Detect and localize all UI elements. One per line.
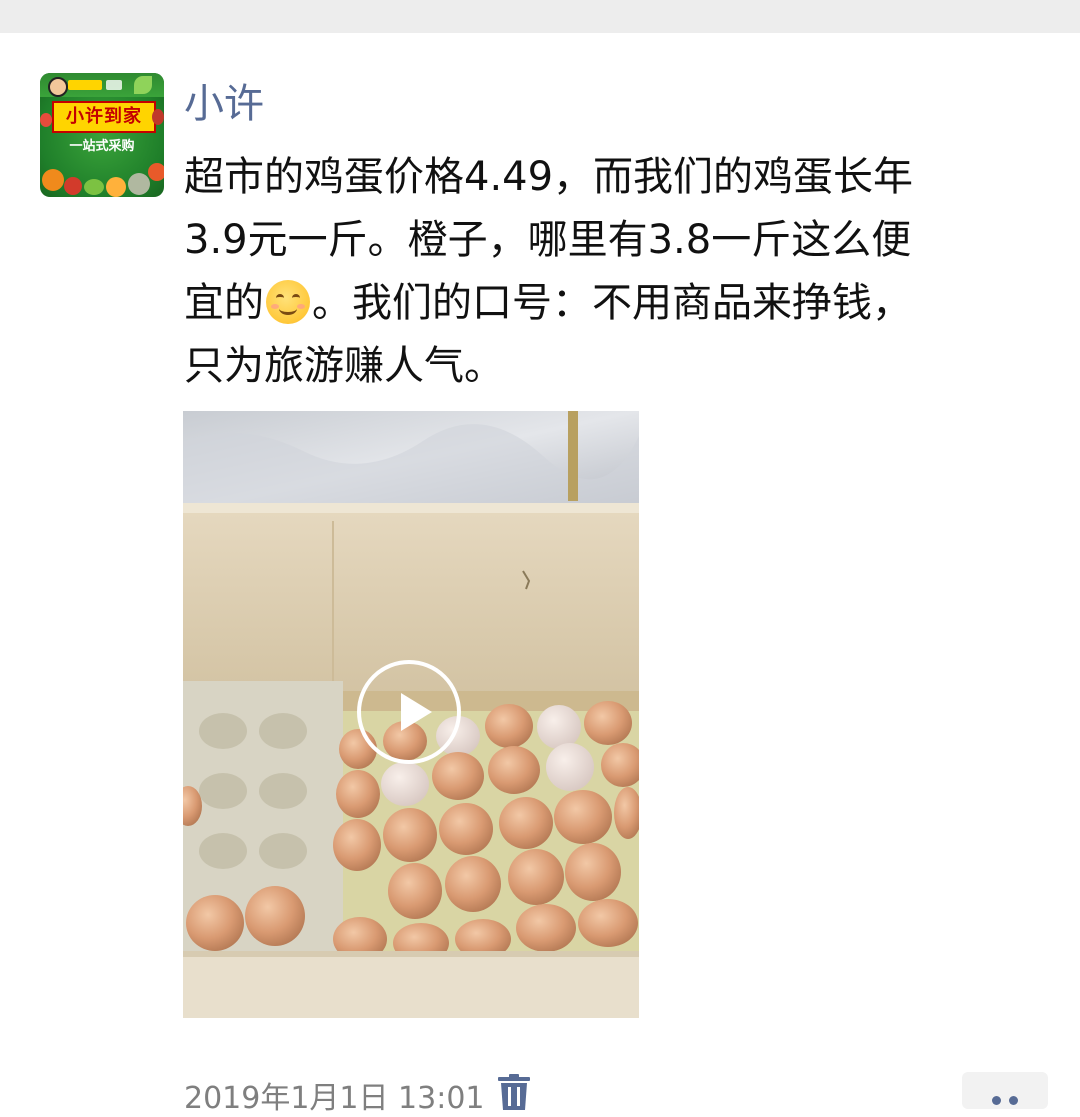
- vegetable-icon: [128, 173, 150, 195]
- fruit-icon: [64, 177, 82, 195]
- author-name[interactable]: 小许: [184, 78, 264, 130]
- fruit-icon: [40, 113, 52, 127]
- vegetable-icon: [84, 179, 104, 195]
- post-text: 超市的鸡蛋价格4.49，而我们的鸡蛋长年 3.9元一斤。橙子，哪里有3.8一斤这…: [184, 146, 1024, 398]
- fruit-icon: [152, 109, 164, 125]
- avatar-badge: [68, 80, 102, 90]
- fruit-icon: [148, 163, 164, 181]
- avatar-badge-2: [106, 80, 122, 90]
- fruit-icon: [42, 169, 64, 191]
- more-dots-icon: [992, 1096, 1001, 1105]
- avatar[interactable]: 小许到家 一站式采购: [40, 73, 164, 197]
- leaf-icon: [134, 76, 152, 94]
- top-bar: [0, 0, 1080, 33]
- avatar-face-icon: [48, 77, 68, 97]
- play-button[interactable]: [357, 660, 461, 764]
- more-button[interactable]: [962, 1072, 1048, 1109]
- avatar-subtitle: 一站式采购: [69, 139, 135, 154]
- fruit-icon: [106, 177, 126, 197]
- avatar-title: 小许到家: [52, 101, 156, 133]
- trash-icon[interactable]: [497, 1074, 531, 1110]
- play-icon: [401, 693, 432, 731]
- more-dots-icon: [1009, 1096, 1018, 1105]
- post-timestamp: 2019年1月1日 13:01: [184, 1081, 485, 1116]
- smiling-face-icon: [266, 280, 310, 324]
